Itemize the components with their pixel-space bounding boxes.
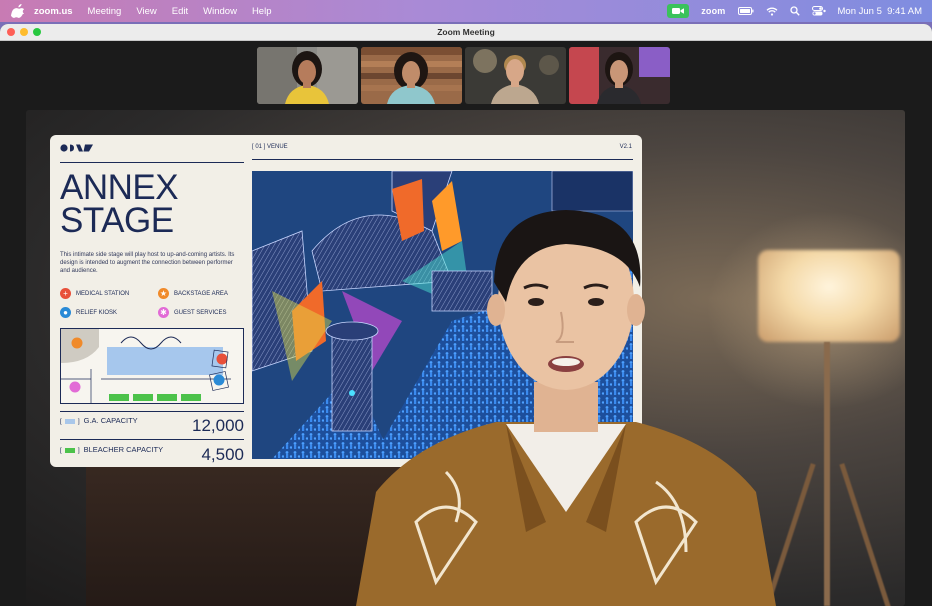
zoom-status-label[interactable]: zoom	[701, 6, 725, 16]
slide-description: This intimate side stage will play host …	[60, 252, 235, 274]
slide-version-label: V2.1	[619, 144, 632, 150]
search-icon[interactable]	[789, 6, 800, 16]
apple-icon[interactable]	[10, 4, 24, 18]
legend-medical-station: + MEDICAL STATION	[60, 288, 129, 299]
star-icon: ★	[158, 288, 169, 299]
close-window-button[interactable]	[7, 28, 15, 36]
ga-swatch	[64, 419, 75, 424]
window-titlebar: Zoom Meeting	[0, 24, 932, 41]
fullscreen-window-button[interactable]	[33, 28, 41, 36]
participant-video-tile[interactable]	[361, 47, 462, 104]
menu-app-name[interactable]: zoom.us	[34, 6, 73, 17]
bleacher-capacity-value: 4,500	[201, 445, 244, 464]
slide-title: ANNEX STAGE	[60, 168, 179, 240]
control-center-icon[interactable]	[811, 6, 826, 16]
bleacher-swatch	[64, 448, 75, 453]
menu-view[interactable]: View	[136, 6, 156, 17]
zoom-meeting-window: Zoom Meeting ANNEX STAGE This intimate s…	[0, 24, 932, 606]
asterisk-icon: ✱	[158, 307, 169, 318]
menu-bar: zoom.us Meeting View Edit Window Help zo…	[0, 0, 932, 22]
presenter-person	[356, 192, 776, 606]
drop-icon: ●	[60, 307, 71, 318]
camera-in-use-icon[interactable]	[667, 4, 690, 18]
ga-capacity-value: 12,000	[192, 416, 244, 435]
participant-video-tile[interactable]	[257, 47, 358, 104]
bleacher-capacity-row: [ ] BLEACHER CAPACITY 4,500	[60, 445, 244, 464]
menu-meeting[interactable]: Meeting	[88, 6, 122, 17]
floor-lamp	[758, 250, 900, 342]
menu-help[interactable]: Help	[252, 6, 272, 17]
menu-edit[interactable]: Edit	[172, 6, 188, 17]
participant-video-tile[interactable]	[465, 47, 566, 104]
ga-capacity-row: [ ] G.A. CAPACITY 12,000	[60, 416, 244, 435]
active-speaker-video[interactable]: ANNEX STAGE This intimate side stage wil…	[26, 110, 905, 606]
window-title: Zoom Meeting	[437, 27, 495, 37]
menu-window[interactable]: Window	[203, 6, 237, 17]
brand-logo-icon	[60, 144, 93, 152]
legend-guest-services: ✱ GUEST SERVICES	[158, 307, 226, 318]
battery-icon[interactable]	[737, 7, 754, 15]
minimize-window-button[interactable]	[20, 28, 28, 36]
venue-floor-plan	[60, 328, 244, 404]
legend-relief-kiosk: ● RELIEF KIOSK	[60, 307, 117, 318]
menu-bar-clock[interactable]: Mon Jun 5 9:41 AM	[838, 6, 923, 17]
plus-icon: +	[60, 288, 71, 299]
participant-video-tile[interactable]	[569, 47, 670, 104]
slide-section-label: [ 01 ] VENUE	[252, 144, 288, 150]
participant-thumbnail-strip	[257, 47, 673, 104]
wifi-icon[interactable]	[766, 7, 778, 16]
legend-backstage-area: ★ BACKSTAGE AREA	[158, 288, 228, 299]
